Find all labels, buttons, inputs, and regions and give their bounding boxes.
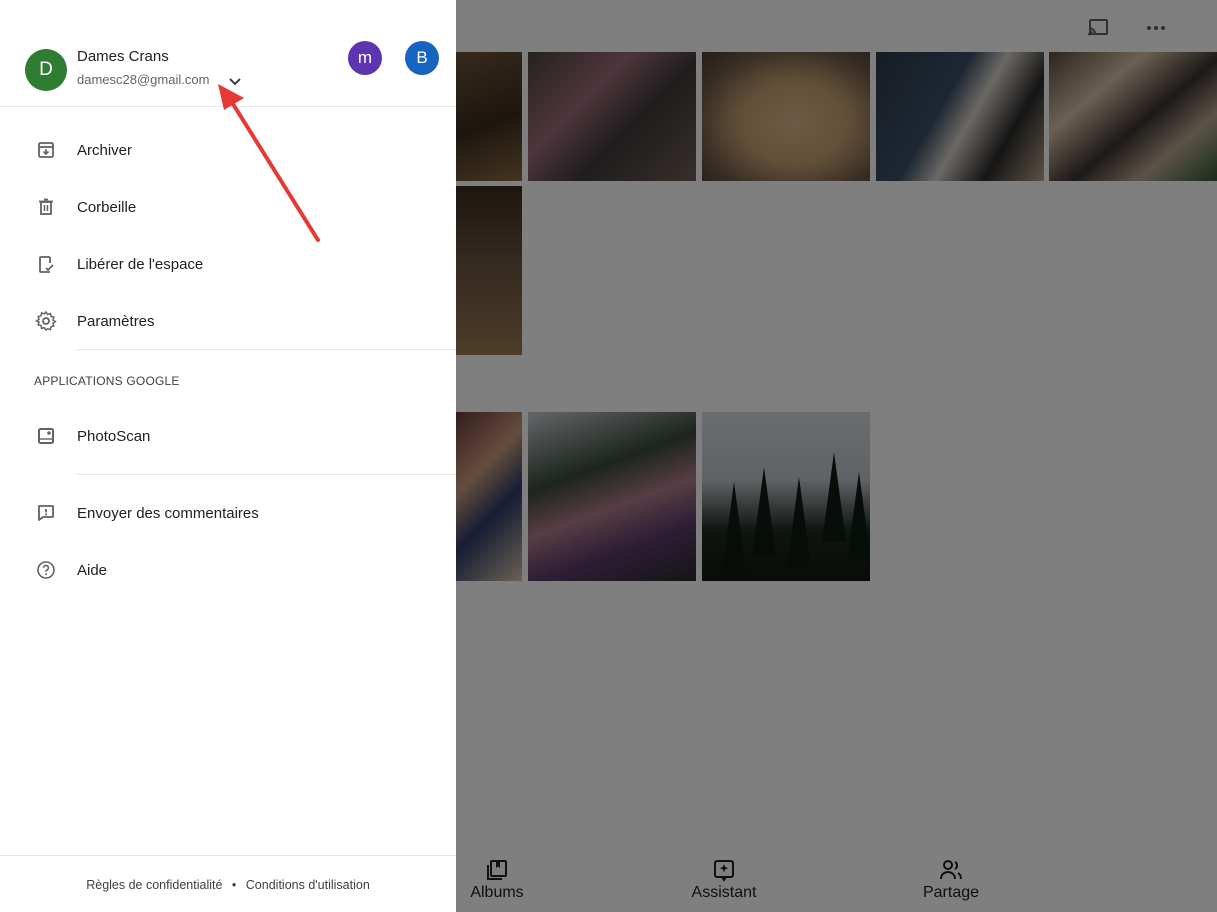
terms-of-service-link[interactable]: Conditions d'utilisation: [246, 878, 370, 892]
chevron-down-icon[interactable]: [226, 72, 244, 90]
menu-item-label: Archiver: [77, 141, 133, 159]
menu-item-label: Libérer de l'espace: [77, 255, 204, 273]
account-header: D Dames Crans damesc28@gmail.com m B: [0, 0, 456, 107]
other-account-avatar-b[interactable]: B: [405, 41, 439, 75]
divider: [77, 474, 456, 475]
footer-links: Règles de confidentialité • Conditions d…: [0, 878, 456, 892]
free-space-icon: [34, 252, 58, 276]
menu-item-label: PhotoScan: [77, 427, 151, 445]
settings-icon: [34, 309, 58, 333]
menu-item-label: Corbeille: [77, 198, 137, 216]
menu-item-label: Aide: [77, 561, 108, 579]
feedback-icon: [34, 501, 58, 525]
screen: Albums Assistant Partage D Dames Crans d…: [0, 0, 1217, 912]
menu-item-label: Paramètres: [77, 312, 155, 330]
privacy-policy-link[interactable]: Règles de confidentialité: [86, 878, 222, 892]
account-email[interactable]: damesc28@gmail.com: [77, 72, 209, 87]
help-icon: [34, 558, 58, 582]
other-account-avatar-m[interactable]: m: [348, 41, 382, 75]
menu-item-label: Envoyer des commentaires: [77, 504, 259, 522]
section-header-google-apps: APPLICATIONS GOOGLE: [34, 374, 180, 388]
divider: [77, 349, 456, 350]
drawer-footer: Règles de confidentialité • Conditions d…: [0, 855, 456, 912]
footer-separator: •: [231, 878, 237, 892]
navigation-drawer: D Dames Crans damesc28@gmail.com m B Arc…: [0, 0, 456, 912]
account-name: Dames Crans: [77, 48, 169, 65]
menu-item-archive[interactable]: Archiver: [0, 124, 456, 176]
menu-item-feedback[interactable]: Envoyer des commentaires: [0, 487, 456, 539]
photoscan-icon: [34, 424, 58, 448]
archive-icon: [34, 138, 58, 162]
trash-icon: [34, 195, 58, 219]
menu-item-trash[interactable]: Corbeille: [0, 181, 456, 233]
menu-item-photoscan[interactable]: PhotoScan: [0, 410, 456, 462]
menu-item-free-space[interactable]: Libérer de l'espace: [0, 238, 456, 290]
menu-item-settings[interactable]: Paramètres: [0, 295, 456, 347]
menu-item-help[interactable]: Aide: [0, 544, 456, 596]
avatar[interactable]: D: [25, 49, 67, 91]
